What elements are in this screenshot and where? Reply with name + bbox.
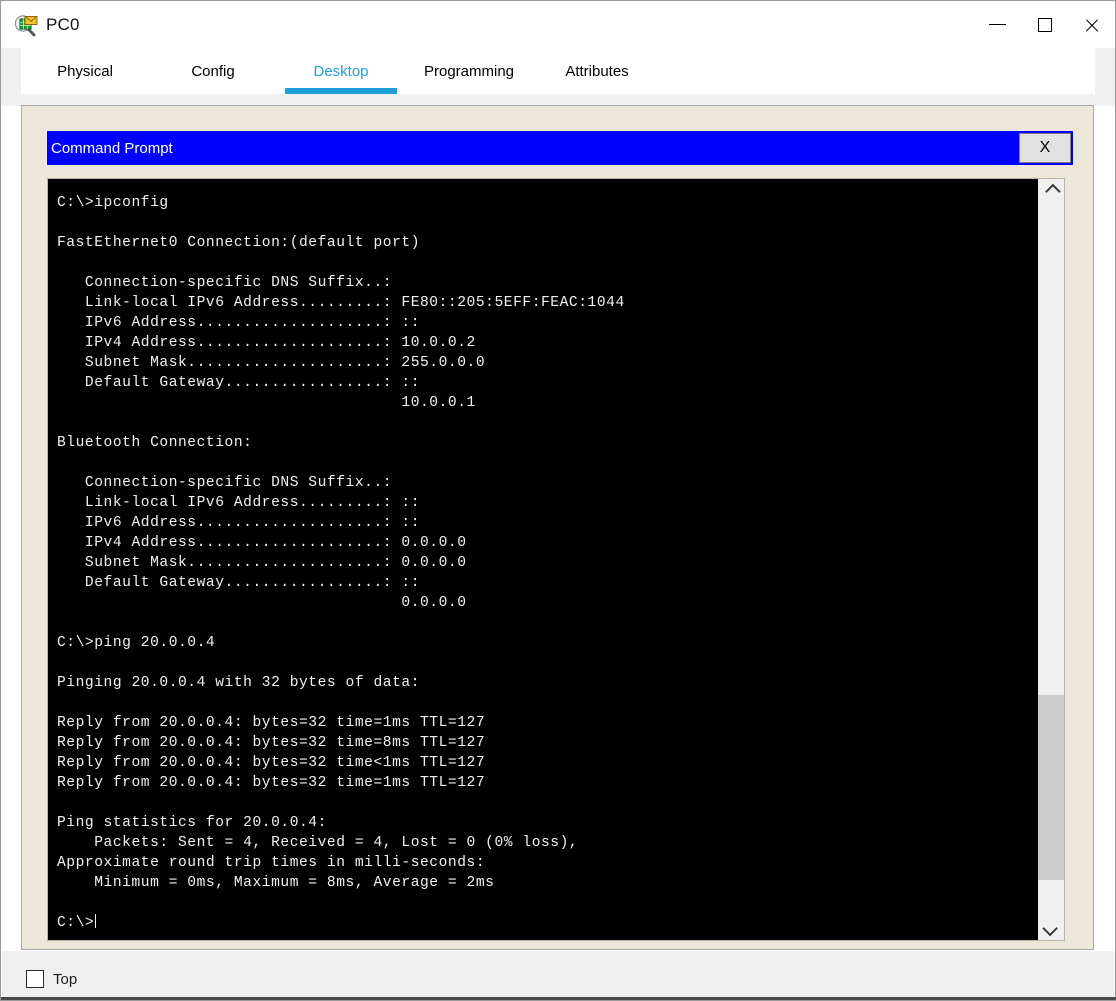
terminal-frame: C:\>ipconfig FastEthernet0 Connection:(d…: [47, 178, 1065, 941]
minimize-button[interactable]: [974, 1, 1021, 48]
maximize-button[interactable]: [1021, 1, 1068, 48]
scrollbar-thumb[interactable]: [1038, 694, 1064, 881]
tab-config[interactable]: Config: [149, 48, 277, 94]
close-button[interactable]: [1068, 1, 1115, 48]
scrollbar-track[interactable]: [1038, 203, 1064, 916]
top-checkbox[interactable]: [26, 970, 44, 988]
command-prompt-close-button[interactable]: X: [1019, 133, 1071, 163]
scroll-down-button[interactable]: [1038, 916, 1064, 940]
command-prompt-window: Command Prompt X C:\>ipconfig FastEthern…: [47, 131, 1073, 946]
terminal-output[interactable]: C:\>ipconfig FastEthernet0 Connection:(d…: [48, 179, 1037, 940]
tab-label: Attributes: [565, 62, 629, 80]
window-bottom-edge: [1, 997, 1116, 1000]
window-controls: [974, 1, 1115, 48]
command-prompt-title: Command Prompt: [51, 139, 173, 157]
tab-programming[interactable]: Programming: [405, 48, 533, 94]
window-titlebar: PC0: [1, 1, 1115, 48]
chevron-down-icon: [1041, 920, 1058, 936]
scroll-up-button[interactable]: [1038, 179, 1064, 203]
tab-desktop[interactable]: Desktop: [277, 48, 405, 94]
tab-attributes[interactable]: Attributes: [533, 48, 661, 94]
tabstrip-background: Physical Config Desktop Programming Attr…: [1, 48, 1115, 106]
pc0-device-window: PC0 Physical Config Desktop Programming …: [0, 0, 1116, 1001]
terminal-scrollbar[interactable]: [1037, 179, 1064, 940]
window-title: PC0: [46, 14, 80, 34]
window-title-group: PC0: [1, 12, 80, 38]
chevron-up-icon: [1044, 183, 1061, 199]
close-icon: [1084, 17, 1100, 33]
tab-label: Programming: [423, 62, 515, 80]
device-tabs: Physical Config Desktop Programming Attr…: [21, 48, 1095, 94]
maximize-icon: [1037, 17, 1052, 32]
tab-physical[interactable]: Physical: [21, 48, 149, 94]
top-checkbox-row: Top: [26, 970, 77, 988]
top-checkbox-label: Top: [53, 970, 78, 988]
tab-label: Physical: [57, 62, 113, 80]
window-footer: Top: [2, 951, 1114, 1000]
tab-label: Config: [191, 62, 235, 80]
desktop-tab-panel: Command Prompt X C:\>ipconfig FastEthern…: [21, 105, 1094, 950]
packet-tracer-inspect-icon: [13, 12, 39, 38]
command-prompt-titlebar[interactable]: Command Prompt X: [47, 131, 1073, 165]
minimize-icon: [989, 24, 1006, 25]
tab-label: Desktop: [313, 62, 369, 80]
terminal-cursor: [95, 914, 97, 928]
